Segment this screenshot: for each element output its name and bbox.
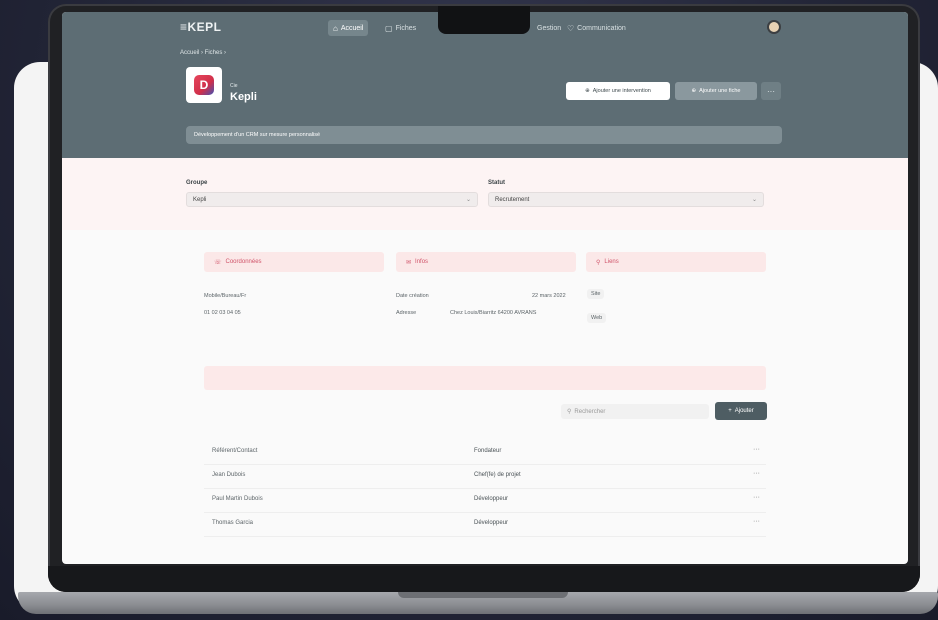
row-more-icon[interactable]: ··· <box>753 494 760 501</box>
button-label: Ajouter une intervention <box>592 88 651 94</box>
nav-item-communication[interactable]: ♡ Communication <box>562 20 631 36</box>
row-name: Paul Martin Dubois <box>212 496 263 502</box>
add-member-button[interactable]: + Ajouter <box>715 402 767 420</box>
company-name: Kepli <box>230 91 257 103</box>
row-role: Développeur <box>474 496 509 502</box>
home-icon: ⌂ <box>333 23 338 33</box>
plus-icon: ⊕ <box>585 88 590 94</box>
nav-item-accueil[interactable]: ⌂ Accueil <box>328 20 369 36</box>
links-label: Liens <box>604 259 619 265</box>
link-icon: ⚲ <box>596 259 601 266</box>
user-avatar[interactable] <box>767 20 781 34</box>
group-value: Kepli <box>193 196 207 203</box>
row-more-icon[interactable]: ··· <box>753 446 760 453</box>
app-logo[interactable]: ≡KEPL <box>180 20 222 34</box>
mail-icon: ✉ <box>406 259 412 266</box>
button-label: Ajouter une fiche <box>699 88 741 94</box>
status-label: Statut <box>488 180 505 186</box>
nav-item-gestion[interactable]: Gestion <box>532 20 566 36</box>
breadcrumb[interactable]: Accueil › Fiches › <box>180 50 226 56</box>
contact-label: Coordonnées <box>225 259 262 265</box>
table-row[interactable]: Paul Martin Dubois Développeur ··· <box>204 488 766 513</box>
description-bar: Développement d'un CRM sur mesure person… <box>186 126 782 144</box>
section-divider-bar <box>204 366 766 390</box>
links-card-header: ⚲ Liens <box>586 252 766 272</box>
row-role: Fondateur <box>474 448 502 454</box>
more-options-button[interactable]: ··· <box>761 82 781 100</box>
nav-label: Gestion <box>537 24 562 32</box>
folder-icon: ▢ <box>385 23 393 33</box>
chevron-down-icon: ⌄ <box>751 197 757 203</box>
contact-line-1: Mobile/Bureau/Fr <box>204 293 247 299</box>
row-role: Chef(fe) de projet <box>474 472 521 478</box>
search-icon: ⚲ <box>567 409 572 415</box>
camera-notch <box>438 6 530 34</box>
plus-icon: + <box>728 408 732 414</box>
add-intervention-button[interactable]: ⊕ Ajouter une intervention <box>566 82 670 100</box>
table-row[interactable]: Thomas Garcia Développeur ··· <box>204 512 766 537</box>
info-key-1: Date création <box>396 293 429 299</box>
company-logo-tile: D <box>186 67 222 103</box>
nav-label: Accueil <box>340 24 364 32</box>
search-input[interactable]: ⚲ Rechercher <box>561 404 709 419</box>
laptop-bezel-bottom <box>48 566 920 592</box>
row-more-icon[interactable]: ··· <box>753 470 760 477</box>
contact-line-2: 01 02 03 04 05 <box>204 310 241 316</box>
info-card-header: ✉ Infos <box>396 252 576 272</box>
row-more-icon[interactable]: ··· <box>753 518 760 525</box>
row-role: Développeur <box>474 520 509 526</box>
info-value-2: Chez Louis/Biarritz 64200 AVRANS <box>450 310 537 316</box>
status-value: Recrutement <box>495 196 530 203</box>
company-logo-icon: D <box>194 75 214 95</box>
info-key-2: Adresse <box>396 310 417 316</box>
company-subtitle: Cie <box>230 83 238 89</box>
laptop-screen: ≡KEPL ⌂ Accueil ▢ Fiches Gestion ♡ Commu… <box>62 12 908 564</box>
nav-label: Communication <box>577 24 626 32</box>
nav-item-fiches[interactable]: ▢ Fiches <box>380 20 421 36</box>
row-name: Thomas Garcia <box>212 520 254 526</box>
row-name: Référent/Contact <box>212 448 258 454</box>
row-name: Jean Dubois <box>212 472 246 478</box>
table-row[interactable]: Jean Dubois Chef(fe) de projet ··· <box>204 464 766 489</box>
plus-icon: ⊕ <box>691 88 697 94</box>
info-label: Infos <box>415 259 429 265</box>
status-select[interactable]: Recrutement ⌄ <box>488 192 764 207</box>
phone-icon: ☏ <box>214 259 222 266</box>
link-tag[interactable]: Site <box>587 289 605 299</box>
nav-label: Fiches <box>395 24 417 32</box>
contact-card-header: ☏ Coordonnées <box>204 252 384 272</box>
table-row[interactable]: Référent/Contact Fondateur ··· <box>204 440 766 465</box>
button-label: Ajouter <box>734 408 754 414</box>
link-tag[interactable]: Web <box>587 313 607 323</box>
add-record-button[interactable]: ⊕ Ajouter une fiche <box>675 82 757 100</box>
info-value-1: 22 mars 2022 <box>532 293 566 299</box>
chevron-down-icon: ⌄ <box>465 197 471 203</box>
group-label: Groupe <box>186 180 208 186</box>
laptop-hinge-lip <box>398 592 568 598</box>
heart-icon: ♡ <box>567 23 575 33</box>
group-select[interactable]: Kepli ⌄ <box>186 192 478 207</box>
search-placeholder: Rechercher <box>574 408 606 415</box>
